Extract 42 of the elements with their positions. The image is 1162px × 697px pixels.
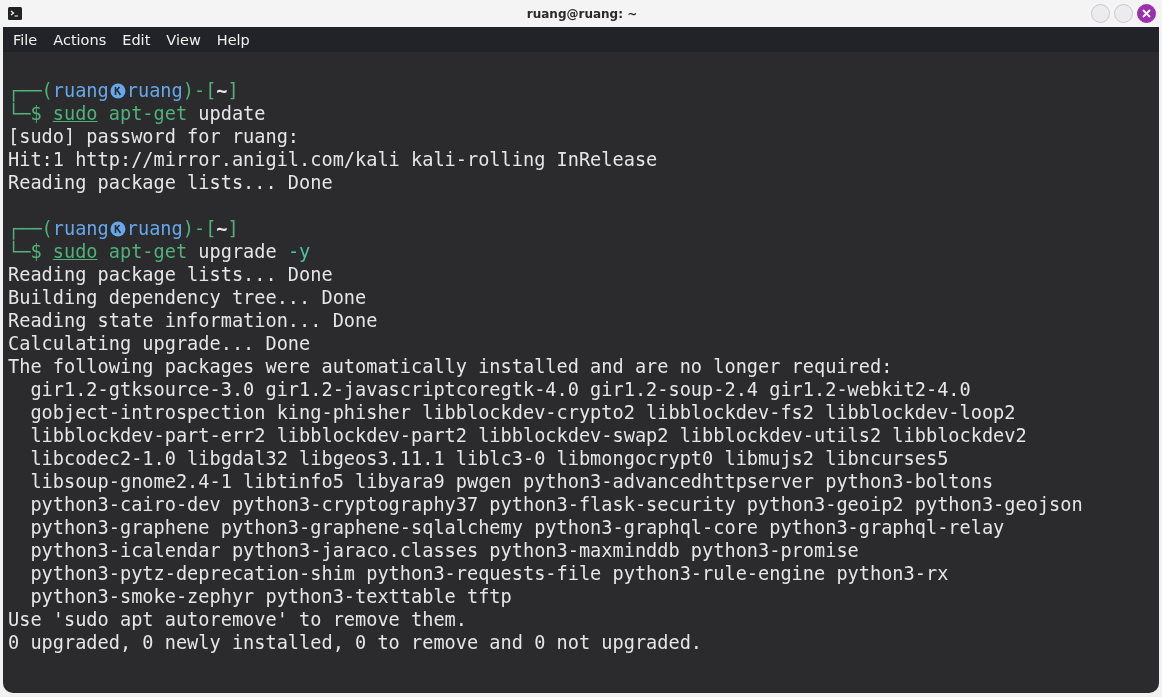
- menu-item[interactable]: Edit: [114, 31, 159, 48]
- output-line: Building dependency tree... Done: [8, 286, 367, 309]
- prompt-symbol: └─$: [8, 240, 42, 263]
- command: sudo apt-get upgrade -y: [52, 240, 311, 263]
- prompt-frame: ┌──(: [8, 79, 53, 102]
- output-line: 0 upgraded, 0 newly installed, 0 to remove and 0 not upgraded.: [8, 631, 703, 654]
- output-line: python3-cairo-dev python3-cryptography37 python3-flask-security python3-geoip2 python3-geojson: [29, 493, 1083, 516]
- output-line: python3-icalendar python3-jaraco.classes python3-maxminddb python3-promise: [29, 539, 859, 562]
- output-line: Reading package lists... Done: [8, 171, 333, 194]
- output-line: python3-graphene python3-graphene-sqlalchemy python3-graphql-core python3-graphql-relay: [29, 516, 1005, 539]
- output-line: The following packages were automatically installed and are no longer required:: [8, 355, 893, 378]
- output-line: python3-smoke-zephyr python3-texttable tftp: [29, 585, 512, 608]
- hostname: ruang: [126, 217, 183, 240]
- prompt-frame: ]: [227, 217, 239, 240]
- menu-item[interactable]: Actions: [45, 31, 115, 48]
- window-title: ruang@ruang: ~: [526, 6, 638, 21]
- menu-item[interactable]: Help: [208, 31, 258, 48]
- output-line: libcodec2-1.0 libgdal32 libgeos3.11.1 liblc3-0 libmongocrypt0 libmujs2 libncurses5: [29, 447, 949, 470]
- output-line: libblockdev-part-err2 libblockdev-part2 libblockdev-swap2 libblockdev-utils2 libblockdev2: [29, 424, 1027, 447]
- hostname: ruang: [126, 79, 183, 102]
- output-line: Hit:1 http://mirror.anigil.com/kali kali-rolling InRelease: [8, 148, 658, 171]
- command: sudo apt-get update: [52, 102, 266, 125]
- output-line: [sudo] password for ruang:: [8, 125, 300, 148]
- prompt-frame: )-[: [182, 79, 217, 102]
- directory: ~: [216, 217, 228, 240]
- prompt-frame: ┌──(: [8, 217, 53, 240]
- prompt-frame: )-[: [182, 217, 217, 240]
- output-line: libsoup-gnome2.4-1 libtinfo5 libyara9 pwgen python3-advancedhttpserver python3-boltons: [29, 470, 994, 493]
- output-line: Calculating upgrade... Done: [8, 332, 311, 355]
- username: ruang: [52, 79, 109, 102]
- menu-item[interactable]: File: [5, 31, 46, 48]
- prompt-frame: ]: [227, 79, 239, 102]
- output-line: Use 'sudo apt autoremove' to remove them.: [8, 608, 467, 631]
- output-line: Reading state information... Done: [8, 309, 378, 332]
- output-line: gobject-introspection king-phisher libblockdev-crypto2 libblockdev-fs2 libblockdev-loop2: [29, 401, 1016, 424]
- directory: ~: [216, 79, 228, 102]
- menu-item[interactable]: View: [158, 31, 209, 48]
- prompt-symbol: └─$: [8, 102, 42, 125]
- output-line: Reading package lists... Done: [8, 263, 333, 286]
- username: ruang: [52, 217, 109, 240]
- output-line: gir1.2-gtksource-3.0 gir1.2-javascriptcoregtk-4.0 gir1.2-soup-2.4 gir1.2-webkit2-4.0: [29, 378, 971, 401]
- output-line: python3-pytz-deprecation-shim python3-requests-file python3-rule-engine python3-rx: [29, 562, 949, 585]
